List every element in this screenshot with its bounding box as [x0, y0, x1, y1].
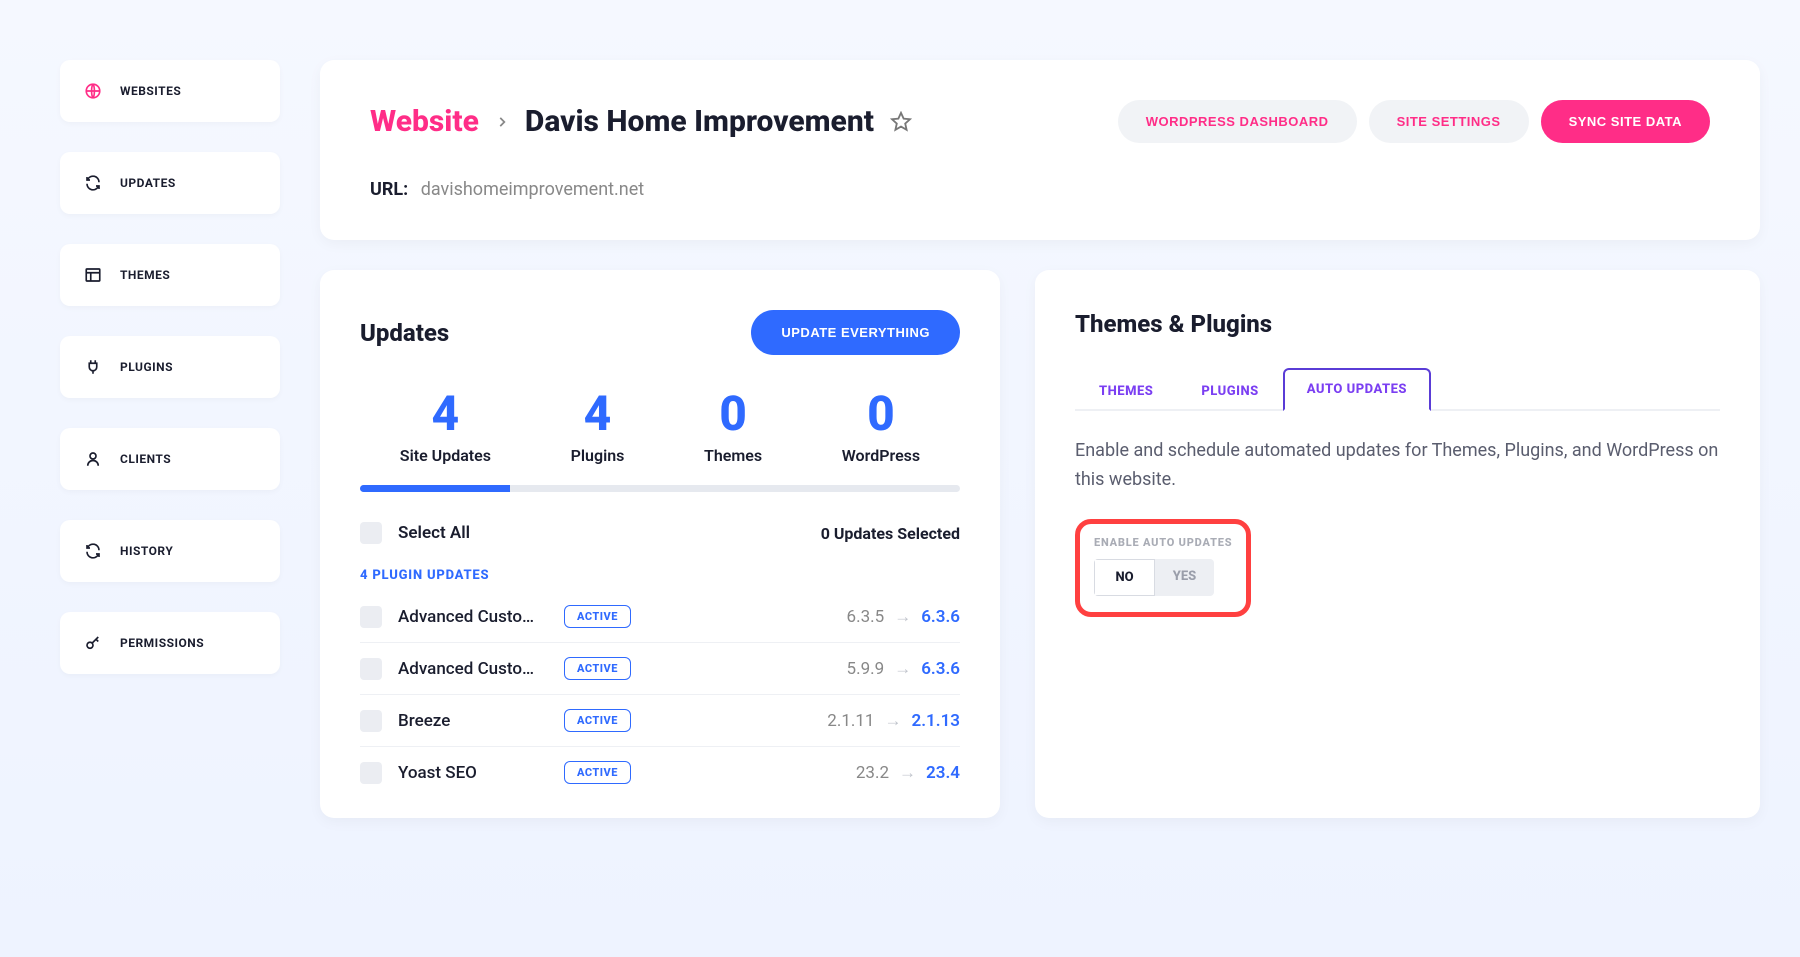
stat-num: 0 — [704, 385, 762, 442]
sidebar-item-label: UPDATES — [120, 176, 176, 190]
sidebar-item-label: THEMES — [120, 268, 170, 282]
enable-auto-updates-label: ENABLE AUTO UPDATES — [1094, 536, 1232, 549]
version-new: 6.3.6 — [921, 659, 960, 679]
select-all-label: Select All — [398, 523, 470, 543]
breadcrumb-root[interactable]: Website — [370, 104, 479, 139]
plugin-name[interactable]: Yoast SEO — [398, 763, 548, 783]
updates-title: Updates — [360, 319, 449, 347]
plug-icon — [84, 358, 102, 376]
auto-updates-description: Enable and schedule automated updates fo… — [1075, 437, 1720, 495]
plugin-row: Yoast SEO ACTIVE 23.2 → 23.4 — [360, 747, 960, 798]
site-settings-button[interactable]: SITE SETTINGS — [1369, 100, 1529, 143]
stat-num: 0 — [842, 385, 920, 442]
layout-icon — [84, 266, 102, 284]
updates-selected-count: 0 Updates Selected — [821, 524, 960, 543]
chevron-right-icon — [495, 115, 509, 129]
sidebar-item-updates[interactable]: UPDATES — [60, 152, 280, 214]
stat-label: WordPress — [842, 446, 920, 465]
stat-label: Plugins — [571, 446, 625, 465]
user-icon — [84, 450, 102, 468]
status-badge: ACTIVE — [564, 709, 631, 732]
stat-num: 4 — [571, 385, 625, 442]
tab-themes[interactable]: THEMES — [1075, 370, 1177, 411]
wordpress-dashboard-button[interactable]: WORDPRESS DASHBOARD — [1118, 100, 1357, 143]
themes-plugins-title: Themes & Plugins — [1075, 310, 1720, 338]
sidebar-item-label: WEBSITES — [120, 84, 181, 98]
plugin-name[interactable]: Advanced Custo… — [398, 659, 548, 679]
page-title: Davis Home Improvement — [525, 104, 874, 139]
url-value[interactable]: davishomeimprovement.net — [421, 179, 644, 200]
status-badge: ACTIVE — [564, 605, 631, 628]
enable-auto-updates-highlight: ENABLE AUTO UPDATES NO YES — [1075, 519, 1251, 617]
plugin-row: Advanced Custo… ACTIVE 5.9.9 → 6.3.6 — [360, 643, 960, 695]
header-card: Website Davis Home Improvement WORDPRESS… — [320, 60, 1760, 240]
auto-updates-toggle: NO YES — [1094, 559, 1214, 596]
stat-label: Themes — [704, 446, 762, 465]
tab-auto-updates[interactable]: AUTO UPDATES — [1283, 368, 1431, 411]
sync-site-data-button[interactable]: SYNC SITE DATA — [1541, 100, 1710, 143]
themes-plugins-card: Themes & Plugins THEMES PLUGINS AUTO UPD… — [1035, 270, 1760, 818]
breadcrumb: Website Davis Home Improvement WORDPRESS… — [370, 100, 1710, 143]
stat-plugins: 4 Plugins — [571, 385, 625, 465]
version-old: 5.9.9 — [847, 659, 885, 679]
refresh-icon — [84, 174, 102, 192]
version-old: 2.1.11 — [827, 711, 874, 731]
sidebar-item-history[interactable]: HISTORY — [60, 520, 280, 582]
update-everything-button[interactable]: UPDATE EVERYTHING — [751, 310, 960, 355]
plugin-row: Breeze ACTIVE 2.1.11 → 2.1.13 — [360, 695, 960, 747]
star-icon[interactable] — [890, 111, 912, 133]
status-badge: ACTIVE — [564, 657, 631, 680]
plugin-checkbox[interactable] — [360, 658, 382, 680]
globe-icon — [84, 82, 102, 100]
version-new: 23.4 — [926, 763, 960, 783]
arrow-right-icon: → — [899, 763, 916, 783]
arrow-right-icon: → — [884, 711, 901, 731]
stat-label: Site Updates — [400, 446, 491, 465]
key-icon — [84, 634, 102, 652]
sidebar-item-clients[interactable]: CLIENTS — [60, 428, 280, 490]
url-label: URL: — [370, 179, 408, 200]
plugin-name[interactable]: Breeze — [398, 711, 548, 731]
sidebar-item-themes[interactable]: THEMES — [60, 244, 280, 306]
select-all-checkbox[interactable] — [360, 522, 382, 544]
progress-bar — [360, 485, 960, 492]
sidebar-item-label: CLIENTS — [120, 452, 171, 466]
tabs: THEMES PLUGINS AUTO UPDATES — [1075, 368, 1720, 411]
version-old: 23.2 — [856, 763, 889, 783]
toggle-no[interactable]: NO — [1094, 559, 1155, 596]
status-badge: ACTIVE — [564, 761, 631, 784]
sidebar-item-permissions[interactable]: PERMISSIONS — [60, 612, 280, 674]
stat-num: 4 — [400, 385, 491, 442]
url-row: URL: davishomeimprovement.net — [370, 179, 1710, 200]
sidebar-item-label: HISTORY — [120, 544, 173, 558]
arrow-right-icon: → — [894, 607, 911, 627]
plugin-checkbox[interactable] — [360, 710, 382, 732]
tab-plugins[interactable]: PLUGINS — [1177, 370, 1282, 411]
plugin-row: Advanced Custo… ACTIVE 6.3.5 → 6.3.6 — [360, 591, 960, 643]
stat-site-updates: 4 Site Updates — [400, 385, 491, 465]
sidebar-item-plugins[interactable]: PLUGINS — [60, 336, 280, 398]
plugin-checkbox[interactable] — [360, 762, 382, 784]
version-old: 6.3.5 — [847, 607, 885, 627]
stat-wordpress: 0 WordPress — [842, 385, 920, 465]
plugin-name[interactable]: Advanced Custo… — [398, 607, 548, 627]
arrow-right-icon: → — [894, 659, 911, 679]
toggle-yes[interactable]: YES — [1155, 559, 1214, 596]
version-new: 6.3.6 — [921, 607, 960, 627]
stat-themes: 0 Themes — [704, 385, 762, 465]
updates-card: Updates UPDATE EVERYTHING 4 Site Updates… — [320, 270, 1000, 818]
plugin-updates-heading: 4 PLUGIN UPDATES — [360, 568, 960, 583]
sidebar-item-websites[interactable]: WEBSITES — [60, 60, 280, 122]
sidebar-item-label: PERMISSIONS — [120, 636, 204, 650]
sidebar-item-label: PLUGINS — [120, 360, 173, 374]
sidebar: WEBSITES UPDATES THEMES PLUGINS CLIENTS — [60, 60, 280, 818]
progress-fill — [360, 485, 510, 492]
plugin-checkbox[interactable] — [360, 606, 382, 628]
refresh-icon — [84, 542, 102, 560]
version-new: 2.1.13 — [911, 711, 960, 731]
